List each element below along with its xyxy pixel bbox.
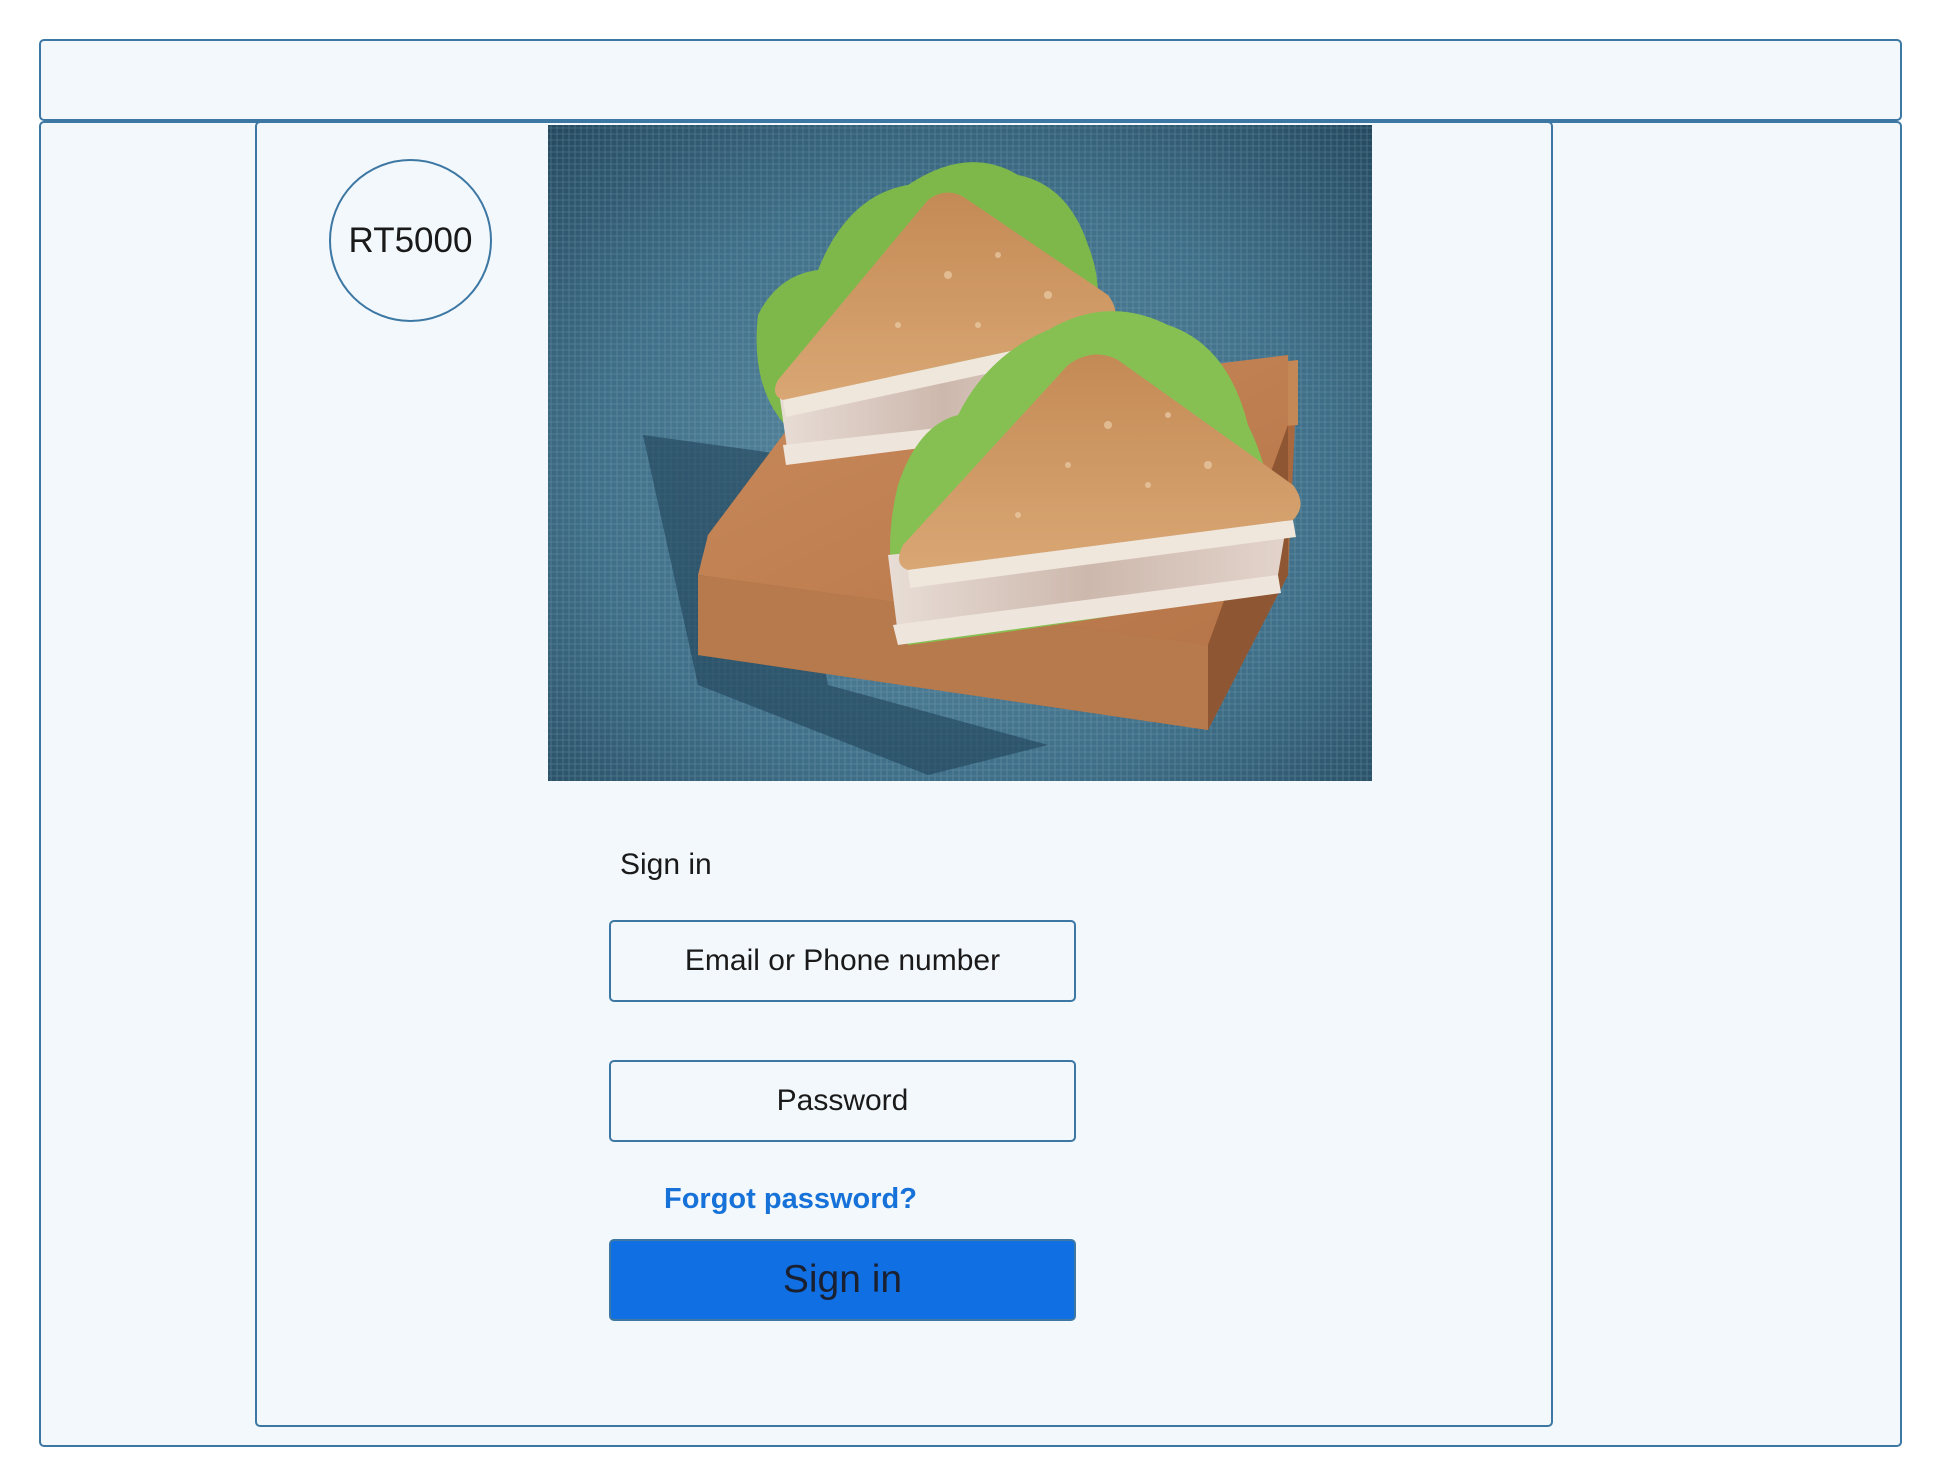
forgot-password-link[interactable]: Forgot password? xyxy=(664,1183,917,1216)
logo-text: RT5000 xyxy=(348,220,473,260)
email-field[interactable] xyxy=(609,920,1076,1002)
signin-heading: Sign in xyxy=(620,848,712,881)
password-field[interactable] xyxy=(609,1060,1076,1142)
top-bar xyxy=(39,39,1902,121)
logo: RT5000 xyxy=(329,159,492,322)
signin-button[interactable]: Sign in xyxy=(609,1239,1076,1321)
sandwich-photo xyxy=(548,125,1372,781)
hero-image xyxy=(548,125,1372,781)
